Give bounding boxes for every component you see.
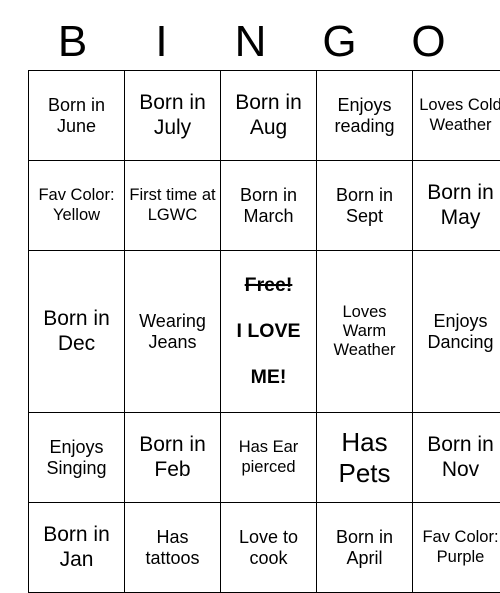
bingo-header-letter-n: N xyxy=(206,14,295,70)
bingo-cell-label: Born in April xyxy=(320,527,409,569)
bingo-free-space-line-1: Free! xyxy=(224,274,313,297)
bingo-cell[interactable]: Born in Feb xyxy=(125,413,221,503)
bingo-cell-label: Born in Dec xyxy=(32,307,121,356)
bingo-header-letter-i: I xyxy=(117,14,206,70)
bingo-grid-body: Born in June Born in July Born in Aug En… xyxy=(29,71,500,593)
bingo-cell-label: Has tattoos xyxy=(128,527,217,569)
bingo-cell-label: Loves Warm Weather xyxy=(320,303,409,360)
bingo-cell-label: Wearing Jeans xyxy=(128,311,217,353)
bingo-cell[interactable]: Has Pets xyxy=(317,413,413,503)
bingo-cell[interactable]: First time at LGWC xyxy=(125,161,221,251)
bingo-cell-label: Born in May xyxy=(416,181,500,230)
bingo-cell-label: Enjoys Singing xyxy=(32,437,121,479)
bingo-grid: Born in June Born in July Born in Aug En… xyxy=(28,70,500,593)
bingo-row: Enjoys Singing Born in Feb Has Ear pierc… xyxy=(29,413,500,503)
bingo-cell[interactable]: Wearing Jeans xyxy=(125,251,221,413)
bingo-row: Born in Jan Has tattoos Love to cook Bor… xyxy=(29,503,500,593)
bingo-cell[interactable]: Enjoys Singing xyxy=(29,413,125,503)
bingo-cell-label: Born in Aug xyxy=(224,91,313,140)
bingo-cell[interactable]: Fav Color: Purple xyxy=(413,503,500,593)
bingo-cell[interactable]: Has Ear pierced xyxy=(221,413,317,503)
bingo-cell[interactable]: Fav Color: Yellow xyxy=(29,161,125,251)
bingo-cell-label: Fav Color: Yellow xyxy=(32,186,121,224)
bingo-cell-label: Born in Feb xyxy=(128,433,217,482)
bingo-header-letter-o: O xyxy=(384,14,473,70)
bingo-cell-label: Has Ear pierced xyxy=(224,438,313,476)
bingo-cell-label: Born in Nov xyxy=(416,433,500,482)
bingo-cell[interactable]: Loves Warm Weather xyxy=(317,251,413,413)
bingo-cell-label: Born in March xyxy=(224,185,313,227)
bingo-card: B I N G O Born in June Born in July Born… xyxy=(0,0,500,544)
bingo-cell-label: First time at LGWC xyxy=(128,186,217,224)
bingo-cell[interactable]: Born in Sept xyxy=(317,161,413,251)
bingo-header-letter-g: G xyxy=(295,14,384,70)
bingo-cell[interactable]: Born in April xyxy=(317,503,413,593)
bingo-cell[interactable]: Born in Nov xyxy=(413,413,500,503)
bingo-free-space-line-2: I LOVE xyxy=(224,320,313,343)
bingo-row: Fav Color: Yellow First time at LGWC Bor… xyxy=(29,161,500,251)
bingo-cell-label: Enjoys Dancing xyxy=(416,311,500,353)
bingo-cell[interactable]: Born in July xyxy=(125,71,221,161)
bingo-cell[interactable]: Born in May xyxy=(413,161,500,251)
bingo-cell[interactable]: Enjoys reading xyxy=(317,71,413,161)
bingo-free-space-line-3: ME! xyxy=(224,366,313,389)
bingo-cell[interactable]: Born in June xyxy=(29,71,125,161)
bingo-cell[interactable]: Born in Aug xyxy=(221,71,317,161)
bingo-cell-label: Born in July xyxy=(128,91,217,140)
bingo-cell-label: Loves Cold Weather xyxy=(416,96,500,134)
bingo-row: Born in Dec Wearing Jeans Free! I LOVE M… xyxy=(29,251,500,413)
bingo-row: Born in June Born in July Born in Aug En… xyxy=(29,71,500,161)
bingo-cell[interactable]: Born in Dec xyxy=(29,251,125,413)
bingo-free-space-cell[interactable]: Free! I LOVE ME! xyxy=(221,251,317,413)
bingo-cell[interactable]: Enjoys Dancing xyxy=(413,251,500,413)
bingo-cell-label: Born in June xyxy=(32,95,121,137)
bingo-cell[interactable]: Born in March xyxy=(221,161,317,251)
bingo-cell[interactable]: Loves Cold Weather xyxy=(413,71,500,161)
bingo-cell-label: Has Pets xyxy=(320,427,409,487)
bingo-cell[interactable]: Born in Jan xyxy=(29,503,125,593)
bingo-header-letter-b: B xyxy=(28,14,117,70)
bingo-cell[interactable]: Has tattoos xyxy=(125,503,221,593)
bingo-cell-label: Fav Color: Purple xyxy=(416,528,500,566)
bingo-cell-label: Enjoys reading xyxy=(320,95,409,137)
bingo-header-row: B I N G O xyxy=(28,14,473,70)
bingo-cell[interactable]: Love to cook xyxy=(221,503,317,593)
bingo-free-space-label: Free! I LOVE ME! xyxy=(224,251,313,412)
bingo-cell-label: Born in Sept xyxy=(320,185,409,227)
bingo-cell-label: Love to cook xyxy=(224,527,313,569)
bingo-cell-label: Born in Jan xyxy=(32,523,121,572)
